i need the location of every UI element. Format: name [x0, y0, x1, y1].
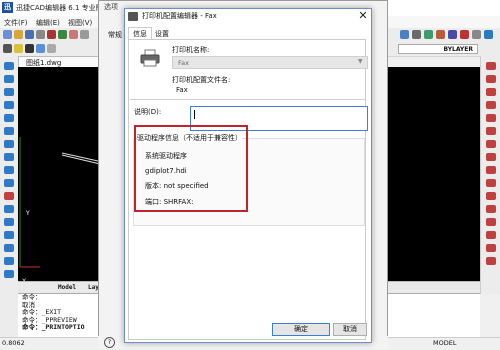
wipeout-icon[interactable] [4, 257, 14, 265]
save-icon[interactable] [25, 30, 34, 39]
join-icon[interactable] [486, 257, 496, 265]
zoom-window-icon[interactable] [424, 30, 433, 39]
table-icon[interactable] [4, 231, 14, 239]
tab-model[interactable]: Model [58, 284, 76, 291]
stretch-icon[interactable] [486, 166, 496, 174]
modify-toolbar [480, 56, 500, 294]
copy-icon[interactable] [58, 30, 67, 39]
cancel-button[interactable]: 取消 [333, 323, 367, 336]
spline-icon[interactable] [4, 101, 14, 109]
circle-icon[interactable] [4, 127, 14, 135]
description-label: 说明(D): [134, 108, 162, 116]
array-icon[interactable] [486, 114, 496, 122]
cut-icon[interactable] [47, 30, 56, 39]
menu-file[interactable]: 文件(F) [4, 18, 28, 28]
erase-icon[interactable] [486, 62, 496, 70]
image-icon[interactable] [4, 244, 14, 252]
tab-settings[interactable]: 设置 [155, 28, 169, 40]
chevron-down-icon: ▼ [358, 58, 363, 65]
pan-icon[interactable] [412, 30, 421, 39]
draw-toolbar [0, 56, 19, 294]
help-icon[interactable] [460, 30, 469, 39]
settings-icon[interactable] [472, 30, 481, 39]
block-icon[interactable] [4, 179, 14, 187]
polyline-icon[interactable] [4, 75, 14, 83]
trim-icon[interactable] [486, 179, 496, 187]
app-title: 迅捷CAD编辑器 6.1 专业版 [16, 4, 103, 12]
svg-text:Y: Y [25, 210, 30, 217]
status-coordinates: 0.8062 [2, 339, 25, 347]
arc-icon[interactable] [4, 88, 14, 96]
lineweight-select[interactable]: BYLAYER [398, 44, 478, 54]
config-file-label: 打印机配置文件名: [172, 76, 231, 84]
explode-icon[interactable] [486, 244, 496, 252]
properties-icon[interactable] [448, 30, 457, 39]
options-tab-general[interactable]: 常规 [108, 30, 122, 40]
chamfer-icon[interactable] [486, 218, 496, 226]
printer-name-label: 打印机名称: [172, 46, 210, 54]
command-side-strip [0, 293, 18, 337]
menu-edit[interactable]: 编辑(E) [36, 18, 60, 28]
scale-icon[interactable] [486, 153, 496, 161]
layer-state-icon[interactable] [3, 44, 12, 53]
zoom-icon[interactable] [400, 30, 409, 39]
text-icon[interactable] [4, 192, 14, 200]
printer-icon [128, 12, 138, 21]
tab-info[interactable]: 信息 [128, 27, 152, 39]
move-icon[interactable] [486, 127, 496, 135]
config-file-value: Fax [176, 86, 188, 94]
rectangle-icon[interactable] [4, 114, 14, 122]
point-icon[interactable] [4, 166, 14, 174]
paste-icon[interactable] [69, 30, 78, 39]
ellipse-icon[interactable] [4, 140, 14, 148]
separator [130, 99, 366, 100]
layer-icon[interactable] [436, 30, 445, 39]
new-file-icon[interactable] [3, 30, 12, 39]
copy-object-icon[interactable] [486, 75, 496, 83]
rotate-icon[interactable] [486, 140, 496, 148]
light-icon[interactable] [14, 44, 23, 53]
break-icon[interactable] [486, 205, 496, 213]
ok-button[interactable]: 确定 [272, 323, 330, 336]
dimension-icon[interactable] [4, 205, 14, 213]
status-model-toggle[interactable]: MODEL [433, 339, 456, 347]
printer-name-select[interactable]: Fax [172, 56, 368, 69]
open-file-icon[interactable] [14, 30, 23, 39]
revision-cloud-icon[interactable] [4, 270, 14, 278]
region-icon[interactable] [4, 218, 14, 226]
text-caret [194, 110, 195, 119]
fax-printer-icon [140, 49, 160, 67]
annotation-highlight [134, 125, 248, 212]
close-icon[interactable]: ✕ [356, 9, 370, 23]
fillet-icon[interactable] [486, 231, 496, 239]
layer-manager-icon[interactable] [484, 30, 493, 39]
offset-icon[interactable] [486, 101, 496, 109]
mirror-icon[interactable] [486, 88, 496, 96]
print-icon[interactable] [36, 30, 45, 39]
menu-view[interactable]: 视图(V) [68, 18, 92, 28]
app-logo-icon: 迅 [2, 2, 13, 13]
hatch-icon[interactable] [4, 153, 14, 161]
linetype-icon[interactable] [36, 44, 45, 53]
color-icon[interactable] [25, 44, 34, 53]
dialog-title: 打印机配置编辑器 - Fax [142, 12, 217, 20]
options-dialog-title: 选项 [104, 3, 118, 11]
extend-icon[interactable] [486, 192, 496, 200]
line-icon[interactable] [4, 62, 14, 70]
help-icon[interactable]: ? [104, 337, 115, 348]
undo-icon[interactable] [80, 30, 89, 39]
lineweight-icon[interactable] [47, 44, 56, 53]
